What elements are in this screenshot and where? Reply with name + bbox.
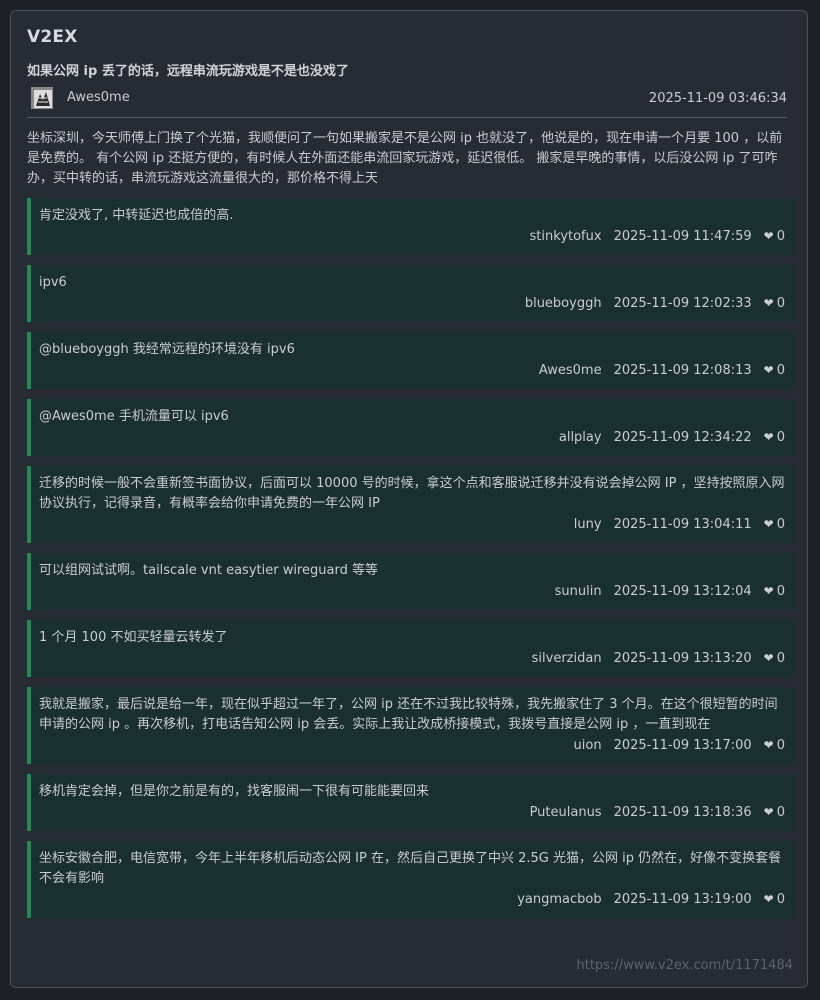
reply-item: 迁移的时候一般不会重新签书面协议，后面可以 10000 号的时候，拿这个点和客服… <box>27 466 795 543</box>
like-count[interactable]: ❤ 0 <box>764 427 785 448</box>
reply-time: 2025-11-09 12:08:13 <box>613 363 752 378</box>
reply-item: ipv6 blueboyggh 2025-11-09 12:02:33 ❤ 0 <box>27 265 795 322</box>
topic-title[interactable]: 如果公网 ip 丢了的话，远程串流玩游戏是不是也没戏了 <box>27 60 349 79</box>
reply-meta: yangmacbob 2025-11-09 13:19:00 ❤ 0 <box>39 889 785 918</box>
reply-meta: Awes0me 2025-11-09 12:08:13 ❤ 0 <box>39 360 785 389</box>
reply-time: 2025-11-09 13:19:00 <box>613 892 752 907</box>
reply-item: @Awes0me 手机流量可以 ipv6 allplay 2025-11-09 1… <box>27 399 795 456</box>
like-count-value: 0 <box>776 296 785 311</box>
topic-content: 坐标深圳，今天师傅上门换了个光猫，我顺便问了一句如果搬家是不是公网 ip 也就没… <box>27 131 783 186</box>
heart-icon: ❤ <box>763 363 774 377</box>
like-count-value: 0 <box>776 892 785 907</box>
reply-user[interactable]: blueboyggh <box>525 294 602 314</box>
heart-icon: ❤ <box>763 892 774 906</box>
reply-time: 2025-11-09 13:13:20 <box>613 651 752 666</box>
reply-user[interactable]: uion <box>574 736 602 756</box>
like-count-value: 0 <box>776 517 785 532</box>
reply-user[interactable]: stinkytofux <box>530 227 602 247</box>
reply-user[interactable]: Puteulanus <box>530 803 602 823</box>
topic-url-link[interactable]: https://www.v2ex.com/t/1171484 <box>576 958 793 973</box>
reply-time: 2025-11-09 13:04:11 <box>613 517 752 532</box>
heart-icon: ❤ <box>763 584 774 598</box>
reply-user[interactable]: luny <box>574 515 602 535</box>
author-name[interactable]: Awes0me <box>67 90 130 105</box>
reply-user[interactable]: yangmacbob <box>517 890 601 910</box>
reply-item: @blueboyggh 我经常远程的环境没有 ipv6 Awes0me 2025-… <box>27 332 795 389</box>
like-count[interactable]: ❤ 0 <box>764 581 785 602</box>
like-count[interactable]: ❤ 0 <box>764 889 785 910</box>
heart-icon: ❤ <box>763 738 774 752</box>
like-count-value: 0 <box>776 229 785 244</box>
reply-text: 迁移的时候一般不会重新签书面协议，后面可以 10000 号的时候，拿这个点和客服… <box>39 476 785 511</box>
reply-text: @Awes0me 手机流量可以 ipv6 <box>39 409 229 424</box>
reply-meta: uion 2025-11-09 13:17:00 ❤ 0 <box>39 735 785 764</box>
like-count-value: 0 <box>776 363 785 378</box>
reply-item: 肯定没戏了, 中转延迟也成倍的高. stinkytofux 2025-11-09 … <box>27 198 795 255</box>
heart-icon: ❤ <box>763 430 774 444</box>
post-time: 2025-11-09 03:46:34 <box>648 91 787 106</box>
heart-icon: ❤ <box>763 296 774 310</box>
reply-meta: luny 2025-11-09 13:04:11 ❤ 0 <box>39 514 785 543</box>
reply-time: 2025-11-09 12:02:33 <box>613 296 752 311</box>
reply-meta: blueboyggh 2025-11-09 12:02:33 ❤ 0 <box>39 293 785 322</box>
reply-time: 2025-11-09 13:17:00 <box>613 738 752 753</box>
reply-list: 肯定没戏了, 中转延迟也成倍的高. stinkytofux 2025-11-09 … <box>27 198 795 928</box>
avatar[interactable] <box>31 87 53 109</box>
reply-text: 坐标安徽合肥，电信宽带，今年上半年移机后动态公网 IP 在，然后自己更换了中兴 … <box>39 851 782 886</box>
like-count[interactable]: ❤ 0 <box>764 648 785 669</box>
reply-item: 坐标安徽合肥，电信宽带，今年上半年移机后动态公网 IP 在，然后自己更换了中兴 … <box>27 841 795 918</box>
reply-text: 我就是搬家，最后说是给一年，现在似乎超过一年了，公网 ip 还在不过我比较特殊，… <box>39 697 778 732</box>
like-count[interactable]: ❤ 0 <box>764 226 785 247</box>
reply-text: ipv6 <box>39 275 67 290</box>
like-count[interactable]: ❤ 0 <box>764 735 785 756</box>
reply-text: 移机肯定会掉，但是你之前是有的，找客服闹一下很有可能能要回来 <box>39 784 430 799</box>
heart-icon: ❤ <box>763 651 774 665</box>
reply-meta: stinkytofux 2025-11-09 11:47:59 ❤ 0 <box>39 226 785 255</box>
heart-icon: ❤ <box>763 229 774 243</box>
reply-meta: allplay 2025-11-09 12:34:22 ❤ 0 <box>39 427 785 456</box>
author-row: Awes0me 2025-11-09 03:46:34 <box>27 85 787 118</box>
reply-time: 2025-11-09 13:12:04 <box>613 584 752 599</box>
reply-text: @blueboyggh 我经常远程的环境没有 ipv6 <box>39 342 295 357</box>
reply-time: 2025-11-09 12:34:22 <box>613 430 752 445</box>
reply-text: 肯定没戏了, 中转延迟也成倍的高. <box>39 208 234 223</box>
reply-time: 2025-11-09 11:47:59 <box>613 229 752 244</box>
heart-icon: ❤ <box>763 517 774 531</box>
like-count[interactable]: ❤ 0 <box>764 802 785 823</box>
like-count[interactable]: ❤ 0 <box>764 514 785 535</box>
reply-item: 我就是搬家，最后说是给一年，现在似乎超过一年了，公网 ip 还在不过我比较特殊，… <box>27 687 795 764</box>
site-title[interactable]: V2EX <box>27 27 78 47</box>
reply-item: 移机肯定会掉，但是你之前是有的，找客服闹一下很有可能能要回来 Puteulanu… <box>27 774 795 831</box>
reply-item: 可以组网试试啊。tailscale vnt easytier wireguard… <box>27 553 795 610</box>
like-count-value: 0 <box>776 805 785 820</box>
reply-user[interactable]: silverzidan <box>532 649 602 669</box>
reply-user[interactable]: Awes0me <box>539 361 602 381</box>
reply-item: 1 个月 100 不如买轻量云转发了 silverzidan 2025-11-09… <box>27 620 795 677</box>
reply-time: 2025-11-09 13:18:36 <box>613 805 752 820</box>
like-count-value: 0 <box>776 430 785 445</box>
like-count-value: 0 <box>776 584 785 599</box>
avatar-image-icon <box>32 88 52 108</box>
like-count[interactable]: ❤ 0 <box>764 293 785 314</box>
reply-meta: silverzidan 2025-11-09 13:13:20 ❤ 0 <box>39 648 785 677</box>
like-count-value: 0 <box>776 738 785 753</box>
like-count[interactable]: ❤ 0 <box>764 360 785 381</box>
topic-card: V2EX 如果公网 ip 丢了的话，远程串流玩游戏是不是也没戏了 Awes0me… <box>10 10 808 988</box>
heart-icon: ❤ <box>763 805 774 819</box>
reply-user[interactable]: sunulin <box>555 582 602 602</box>
reply-meta: Puteulanus 2025-11-09 13:18:36 ❤ 0 <box>39 802 785 831</box>
like-count-value: 0 <box>776 651 785 666</box>
reply-user[interactable]: allplay <box>559 428 602 448</box>
reply-text: 1 个月 100 不如买轻量云转发了 <box>39 630 228 645</box>
reply-text: 可以组网试试啊。tailscale vnt easytier wireguard… <box>39 563 378 578</box>
reply-meta: sunulin 2025-11-09 13:12:04 ❤ 0 <box>39 581 785 610</box>
